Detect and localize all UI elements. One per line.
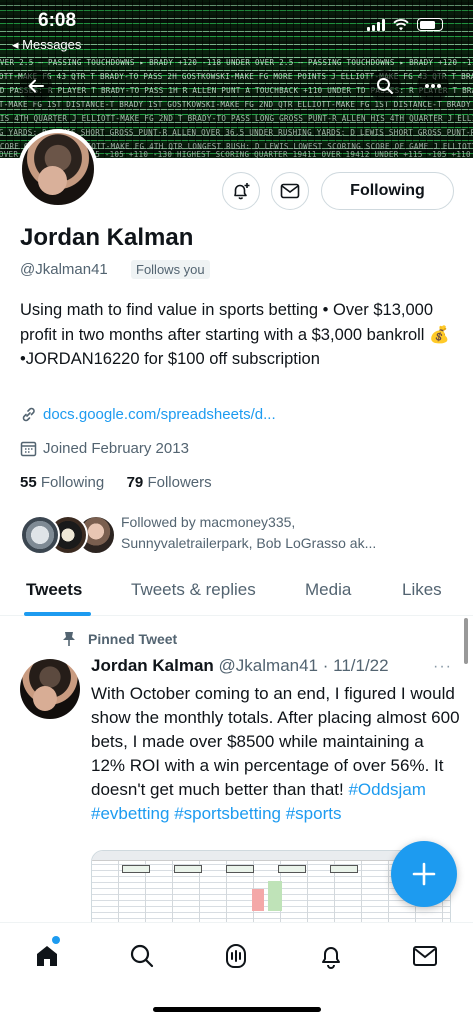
arrow-left-icon bbox=[28, 79, 44, 93]
nav-spaces[interactable] bbox=[219, 939, 253, 973]
tweet-header: Jordan Kalman @Jkalman41 · 11/1/22 bbox=[91, 656, 389, 676]
followed-by-avatars[interactable] bbox=[20, 515, 116, 555]
tab-media[interactable]: Media bbox=[305, 580, 351, 600]
more-options-button[interactable] bbox=[417, 70, 449, 102]
profile-tabs: Tweets Tweets & replies Media Likes bbox=[0, 570, 473, 616]
hashtag[interactable]: #Oddsjam bbox=[348, 780, 425, 799]
joined-date-row: Joined February 2013 bbox=[20, 440, 189, 457]
home-unread-dot bbox=[52, 936, 60, 944]
status-icons bbox=[367, 18, 443, 31]
nav-search[interactable] bbox=[125, 939, 159, 973]
search-icon bbox=[377, 78, 393, 94]
more-icon bbox=[425, 84, 441, 88]
profile-handle: @Jkalman41 bbox=[20, 261, 108, 278]
bell-plus-icon bbox=[234, 183, 250, 200]
wifi-icon bbox=[393, 18, 409, 30]
back-to-messages[interactable]: ◂ Messages bbox=[12, 37, 81, 53]
home-indicator[interactable] bbox=[153, 1007, 321, 1012]
tweet-author-avatar[interactable] bbox=[20, 659, 80, 719]
tweet-handle-date: @Jkalman41 · 11/1/22 bbox=[218, 656, 389, 675]
hashtag[interactable]: #evbetting bbox=[91, 804, 169, 823]
link-icon bbox=[22, 407, 35, 422]
calendar-icon bbox=[20, 441, 37, 457]
following-count-link[interactable]: 55 Following bbox=[20, 474, 104, 491]
profile-link-row[interactable]: docs.google.com/spreadsheets/d... bbox=[20, 406, 276, 423]
pinned-tweet-label: Pinned Tweet bbox=[62, 631, 177, 647]
money-bag-emoji: 💰 bbox=[429, 325, 450, 344]
signal-icon bbox=[367, 18, 385, 31]
search-profile-button[interactable] bbox=[369, 70, 401, 102]
message-button[interactable] bbox=[271, 172, 309, 210]
nav-notifications[interactable] bbox=[314, 939, 348, 973]
tab-tweets[interactable]: Tweets bbox=[26, 580, 82, 600]
hashtag[interactable]: #sportsbetting bbox=[174, 804, 281, 823]
nav-messages[interactable] bbox=[408, 939, 442, 973]
back-button[interactable] bbox=[20, 70, 52, 102]
profile-screen: OVER 2.5 — PASSING TOUCHDOWNS ▸ BRADY +1… bbox=[0, 0, 473, 1024]
mutual-avatar bbox=[20, 515, 60, 555]
compose-tweet-button[interactable] bbox=[391, 841, 457, 907]
followed-by-text[interactable]: Followed by macmoney335, Sunnyvaletraile… bbox=[121, 512, 421, 554]
follows-you-badge: Follows you bbox=[131, 260, 210, 279]
scrollbar[interactable] bbox=[464, 618, 468, 664]
tab-tweets-replies[interactable]: Tweets & replies bbox=[131, 580, 256, 600]
profile-bio: Using math to find value in sports betti… bbox=[20, 301, 450, 368]
messages-icon bbox=[413, 946, 437, 966]
following-button[interactable]: Following bbox=[321, 172, 454, 210]
followers-count-link[interactable]: 79 Followers bbox=[127, 474, 212, 491]
nav-home[interactable] bbox=[30, 939, 64, 973]
tab-likes[interactable]: Likes bbox=[402, 580, 442, 600]
profile-link[interactable]: docs.google.com/spreadsheets/d... bbox=[43, 406, 276, 423]
spaces-icon bbox=[226, 943, 246, 968]
joined-date: Joined February 2013 bbox=[43, 440, 189, 457]
notifications-subscribe-button[interactable] bbox=[222, 172, 260, 210]
tweet-text: With October coming to an end, I figured… bbox=[91, 684, 460, 823]
mail-icon bbox=[280, 183, 300, 199]
profile-avatar[interactable] bbox=[18, 129, 98, 209]
tweet-author-name[interactable]: Jordan Kalman bbox=[91, 656, 214, 675]
follow-counts: 55 Following 79 Followers bbox=[20, 474, 212, 491]
plus-icon bbox=[412, 862, 436, 886]
home-icon bbox=[37, 946, 57, 966]
search-icon bbox=[130, 944, 154, 968]
pin-icon bbox=[63, 632, 75, 646]
notifications-icon bbox=[322, 947, 340, 969]
status-time: 6:08 bbox=[38, 10, 77, 31]
battery-icon bbox=[417, 18, 443, 31]
active-tab-indicator bbox=[24, 612, 91, 616]
profile-name: Jordan Kalman bbox=[20, 224, 194, 251]
hashtag[interactable]: #sports bbox=[286, 804, 342, 823]
tweet-more-button[interactable]: ··· bbox=[433, 658, 452, 676]
